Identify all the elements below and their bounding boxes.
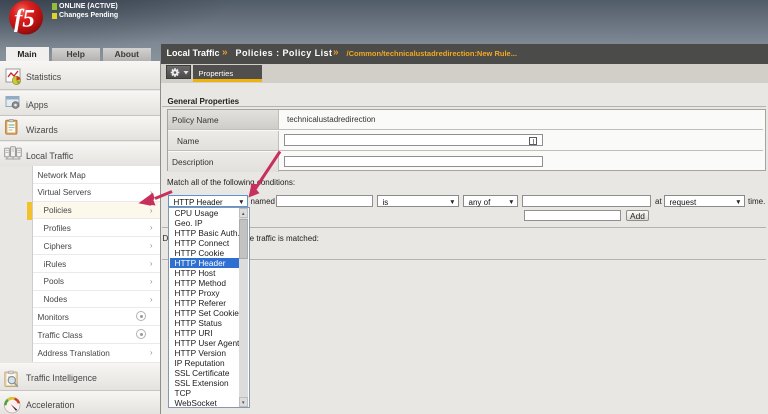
svg-text:f5: f5: [14, 6, 35, 33]
